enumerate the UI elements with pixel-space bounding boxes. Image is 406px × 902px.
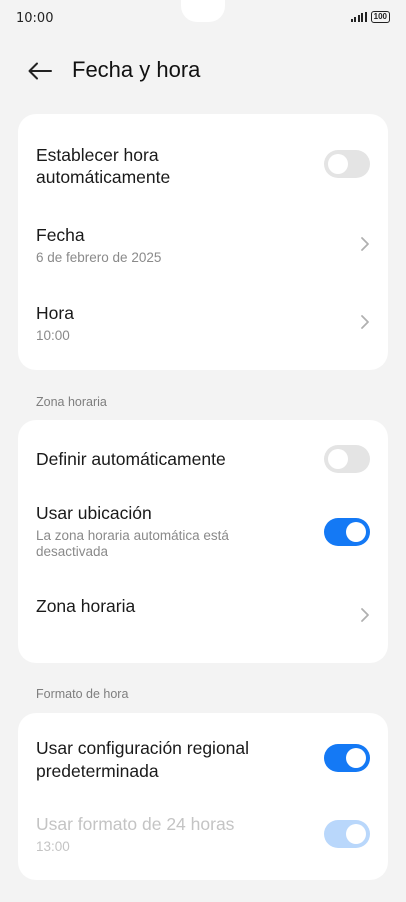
- time-row[interactable]: Hora 10:00: [18, 290, 388, 370]
- auto-time-toggle[interactable]: [324, 150, 370, 178]
- page-title: Fecha y hora: [72, 57, 201, 82]
- chevron-right-icon: [361, 237, 369, 251]
- status-icons: 100: [350, 11, 390, 23]
- auto-time-label-line1: Establecer hora: [36, 145, 159, 165]
- auto-define-label: Definir automáticamente: [36, 449, 226, 469]
- auto-time-row[interactable]: Establecer hora automáticamente: [18, 114, 388, 214]
- section-label-time-format: Formato de hora: [36, 687, 129, 701]
- time-format-card: Usar configuración regional predetermina…: [18, 713, 388, 880]
- toggle-knob: [346, 522, 366, 542]
- use-location-toggle[interactable]: [324, 518, 370, 546]
- timezone-card: Definir automáticamente Usar ubicación L…: [18, 420, 388, 663]
- chevron-right-icon: [361, 608, 369, 622]
- toggle-knob: [328, 154, 348, 174]
- status-bar: 10:00 100: [0, 0, 406, 38]
- timezone-row[interactable]: Zona horaria: [18, 580, 388, 663]
- toggle-knob: [346, 824, 366, 844]
- use-location-sub-line2: desactivada: [36, 544, 109, 559]
- toggle-knob: [346, 748, 366, 768]
- date-time-card: Establecer hora automáticamente Fecha 6 …: [18, 114, 388, 370]
- chevron-right-icon: [361, 315, 369, 329]
- toggle-knob: [328, 449, 348, 469]
- auto-define-toggle[interactable]: [324, 445, 370, 473]
- use-location-sub-line1: La zona horaria automática está: [36, 528, 229, 543]
- header: Fecha y hora: [0, 54, 406, 88]
- battery-level: 100: [373, 12, 387, 21]
- date-row[interactable]: Fecha 6 de febrero de 2025: [18, 214, 388, 290]
- status-time: 10:00: [16, 11, 54, 26]
- format-24h-toggle: [324, 820, 370, 848]
- regional-label-line2: predeterminada: [36, 761, 159, 781]
- back-button[interactable]: [26, 58, 54, 84]
- signal-icon: [350, 12, 367, 22]
- time-value: 10:00: [36, 328, 70, 343]
- regional-row[interactable]: Usar configuración regional predetermina…: [18, 713, 388, 809]
- section-label-timezone: Zona horaria: [36, 395, 107, 409]
- date-label: Fecha: [36, 225, 85, 245]
- format-24h-label: Usar formato de 24 horas: [36, 814, 235, 834]
- timezone-label: Zona horaria: [36, 596, 136, 616]
- format-24h-value: 13:00: [36, 839, 70, 854]
- auto-define-row[interactable]: Definir automáticamente: [18, 420, 388, 498]
- regional-label-line1: Usar configuración regional: [36, 738, 250, 758]
- time-label: Hora: [36, 303, 74, 323]
- use-location-row[interactable]: Usar ubicación La zona horaria automátic…: [18, 498, 388, 580]
- camera-notch: [181, 0, 225, 22]
- battery-icon: 100: [370, 11, 390, 23]
- format-24h-row: Usar formato de 24 horas 13:00: [18, 809, 388, 880]
- regional-toggle[interactable]: [324, 744, 370, 772]
- use-location-label: Usar ubicación: [36, 503, 152, 523]
- arrow-left-icon: [28, 62, 52, 80]
- date-value: 6 de febrero de 2025: [36, 250, 162, 265]
- auto-time-label-line2: automáticamente: [36, 167, 171, 187]
